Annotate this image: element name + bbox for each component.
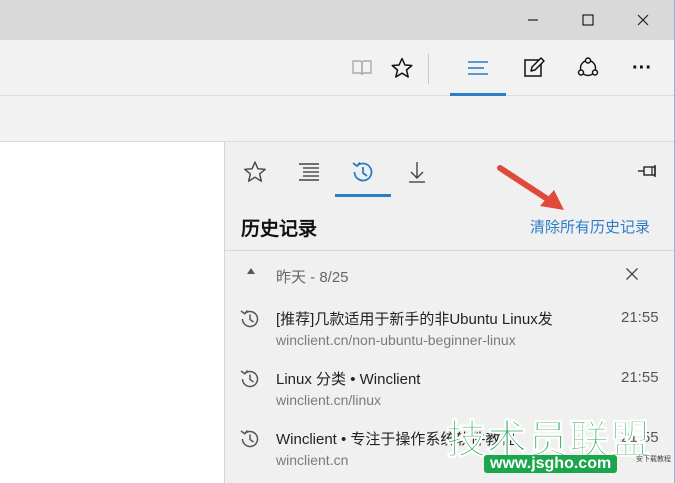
toolbar-separator — [428, 54, 429, 84]
hub-icon — [468, 61, 488, 75]
share-icon — [577, 57, 599, 77]
reading-view-icon — [352, 60, 372, 76]
tab-reading-list[interactable] — [281, 150, 337, 194]
maximize-icon — [582, 14, 594, 26]
downloads-icon — [409, 162, 425, 183]
favorites-bar — [0, 96, 675, 142]
history-icon — [352, 161, 373, 182]
tab-history[interactable] — [335, 150, 391, 194]
browser-toolbar: ··· — [0, 40, 675, 96]
delete-group-button[interactable] — [622, 264, 642, 284]
page-content — [0, 142, 224, 483]
history-item-time: 21:55 — [621, 429, 659, 446]
favorite-star-icon — [391, 57, 413, 78]
history-tab-indicator — [335, 194, 391, 197]
history-item-url: winclient.cn — [276, 452, 349, 468]
reading-view-button[interactable] — [342, 50, 382, 86]
history-item-title: [推荐]几款适用于新手的非Ubuntu Linux发 — [276, 311, 553, 328]
close-icon — [637, 14, 649, 26]
history-item-time: 21:55 — [621, 369, 659, 386]
clear-all-history-link[interactable]: 清除所有历史记录 — [530, 216, 650, 237]
web-note-icon — [524, 57, 545, 77]
close-window-button[interactable] — [618, 0, 668, 40]
history-icon — [240, 370, 259, 388]
tab-downloads[interactable] — [389, 150, 445, 194]
add-favorite-button[interactable] — [382, 50, 422, 86]
history-icon — [240, 430, 259, 448]
pin-pane-button[interactable] — [633, 158, 663, 184]
history-group-header[interactable]: 昨天 - 8/25 — [225, 260, 675, 290]
history-item[interactable]: [推荐]几款适用于新手的非Ubuntu Linux发 winclient.cn/… — [225, 302, 675, 358]
history-item-title: Linux 分类 • Winclient — [276, 371, 421, 388]
minimize-icon — [528, 19, 538, 21]
history-item[interactable]: Winclient • 专注于操作系统软件教程 winclient.cn 21:… — [225, 422, 675, 478]
hub-divider — [225, 250, 675, 251]
hub-panel: 历史记录 清除所有历史记录 昨天 - 8/25 [推荐]几款适用于新手的非Ubu… — [224, 142, 675, 483]
group-label: 昨天 - 8/25 — [276, 269, 349, 286]
history-item-title: Winclient • 专注于操作系统软件教程 — [276, 431, 516, 448]
history-title: 历史记录 — [241, 219, 318, 240]
minimize-button[interactable] — [508, 0, 558, 40]
maximize-button[interactable] — [563, 0, 613, 40]
history-item[interactable]: Linux 分类 • Winclient winclient.cn/linux … — [225, 362, 675, 418]
history-item-url: winclient.cn/linux — [276, 392, 382, 408]
web-note-button[interactable] — [514, 50, 554, 86]
tab-favorites[interactable] — [227, 150, 283, 194]
more-button[interactable]: ··· — [622, 50, 662, 86]
favorites-icon — [244, 161, 266, 182]
share-button[interactable] — [568, 50, 608, 86]
history-icon — [240, 310, 259, 328]
more-icon: ··· — [632, 56, 652, 79]
collapse-caret-icon[interactable] — [247, 268, 255, 274]
history-item-time: 21:55 — [621, 309, 659, 326]
history-item-url: winclient.cn/non-ubuntu-beginner-linux — [276, 332, 516, 348]
close-icon — [626, 268, 638, 280]
title-bar — [0, 0, 675, 40]
pin-icon — [638, 165, 656, 177]
hub-button[interactable] — [458, 50, 498, 86]
reading-list-icon — [299, 163, 319, 181]
